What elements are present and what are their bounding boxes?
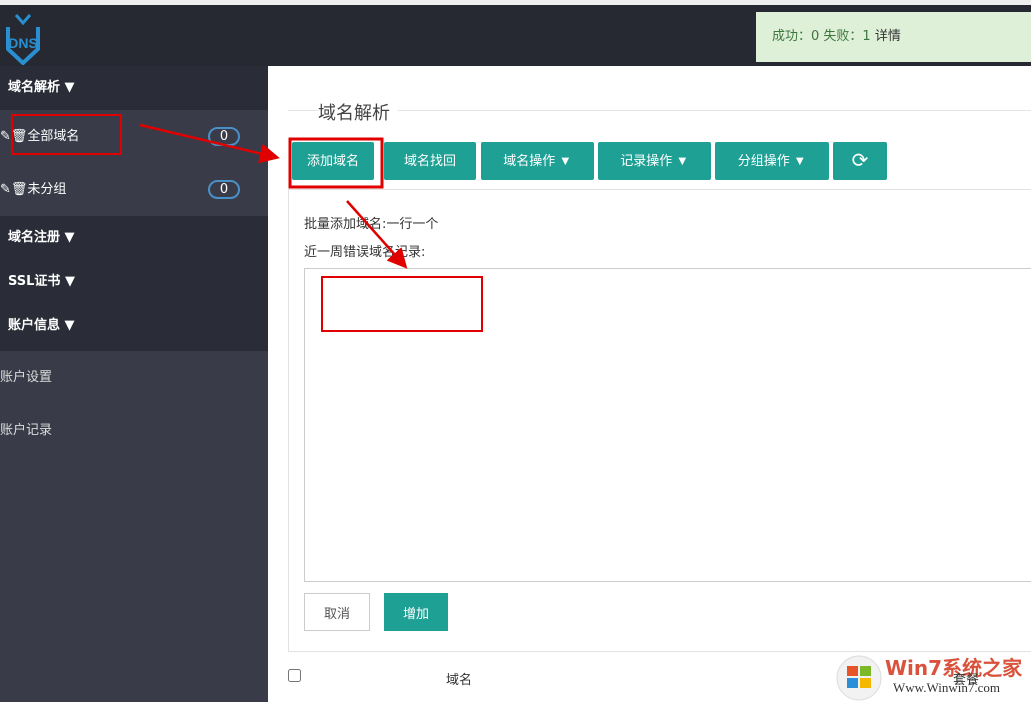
sidebar-item-account-settings[interactable]: 账户设置 (0, 351, 268, 404)
add-button[interactable]: 增加 (384, 593, 448, 631)
alert-text: 成功：0 失败：1 (772, 29, 875, 44)
edit-delete-icons: ✎🗑 (0, 129, 28, 144)
recover-domain-button[interactable]: 域名找回 (384, 142, 476, 180)
item-label: 全部域名 (27, 129, 80, 144)
result-alert: 成功：0 失败：1 详情 (756, 12, 1031, 62)
count-badge: 0 (208, 127, 240, 146)
sidebar-section-register[interactable]: 域名注册 ▼ (0, 216, 268, 260)
record-ops-dropdown[interactable]: 记录操作 ▼ (598, 142, 711, 180)
sidebar-section-ssl[interactable]: SSL证书 ▼ (0, 260, 268, 304)
domain-ops-dropdown[interactable]: 域名操作 ▼ (481, 142, 594, 180)
sidebar-item-ungrouped[interactable]: ✎🗑未分组 0 (0, 163, 268, 216)
error-records-label: 近一周错误域名记录: (304, 245, 426, 260)
sidebar-section-account[interactable]: 账户信息 ▼ (0, 304, 268, 348)
page-title: 域名解析 (318, 99, 398, 125)
dns-logo: DNS (6, 14, 40, 65)
sidebar-section-dns[interactable]: 域名解析 ▼ (0, 66, 268, 110)
cancel-button[interactable]: 取消 (304, 593, 370, 631)
batch-add-label: 批量添加域名:一行一个 (304, 217, 439, 232)
count-badge: 0 (208, 180, 240, 199)
sidebar: 域名解析 ▼ ✎🗑全部域名 0 ✎🗑未分组 0 域名注册 ▼ SSL证书 ▼ 账… (0, 66, 268, 702)
detail-link[interactable]: 详情 (875, 29, 901, 44)
title-divider (288, 110, 1031, 111)
column-domain: 域名 (446, 673, 473, 688)
column-plan: 套餐 (953, 673, 980, 688)
svg-text:DNS: DNS (8, 35, 38, 51)
sidebar-item-all-domains[interactable]: ✎🗑全部域名 0 (0, 110, 268, 163)
select-all-checkbox[interactable] (288, 669, 301, 682)
item-label: 未分组 (27, 182, 67, 197)
watermark-url: Www.Winwin7.com (893, 680, 1000, 695)
add-domain-button[interactable]: 添加域名 (292, 142, 374, 180)
refresh-icon[interactable]: ⟳ (833, 142, 887, 180)
domains-textarea[interactable] (304, 268, 1031, 582)
sidebar-item-account-records[interactable]: 账户记录 (0, 404, 268, 457)
watermark: Win7系统之家 Www.Winwin7.com (833, 652, 1031, 702)
group-ops-dropdown[interactable]: 分组操作 ▼ (715, 142, 829, 180)
edit-delete-icons: ✎🗑 (0, 182, 28, 197)
